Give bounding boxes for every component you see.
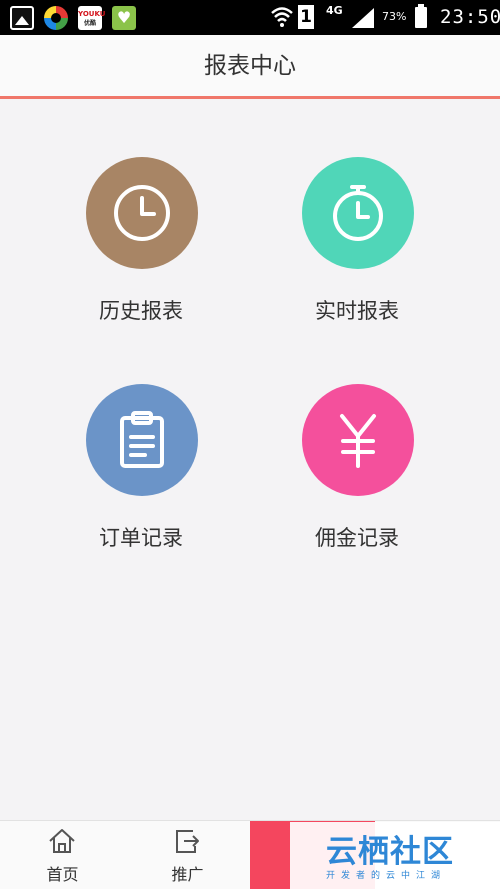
nav-home-label: 首页 — [46, 865, 79, 884]
battery-icon — [415, 4, 427, 28]
youku-app-icon: YOUKU 优酷 — [78, 6, 106, 30]
nav-promote-label: 推广 — [171, 865, 204, 884]
share-icon — [176, 830, 199, 853]
header: 报表中心 — [0, 35, 500, 99]
realtime-report-button[interactable]: 实时报表 — [257, 157, 457, 357]
order-records-circle — [86, 384, 198, 496]
realtime-report-circle — [302, 157, 414, 269]
browser-app-icon — [44, 6, 68, 30]
realtime-report-label: 实时报表 — [315, 299, 399, 323]
youku-label: YOUKU — [78, 10, 106, 18]
nav-promote[interactable]: 推广 — [125, 821, 250, 889]
commission-records-label: 佣金记录 — [315, 526, 399, 550]
status-bar: YOUKU 优酷 ♥ 1 4G 73% 23:50 — [0, 0, 500, 35]
battery-percent: 73% — [382, 10, 407, 23]
watermark-title: 云栖社区 — [326, 834, 454, 870]
page-title: 报表中心 — [204, 53, 296, 79]
yen-icon — [340, 414, 376, 468]
stopwatch-icon — [333, 185, 383, 241]
history-report-circle — [86, 157, 198, 269]
wifi-icon — [271, 7, 293, 27]
commission-records-button[interactable]: 佣金记录 — [257, 384, 457, 584]
youku-sub-label: 优酷 — [83, 20, 96, 27]
sim-slot-indicator: 1 — [298, 5, 314, 29]
watermark-subtitle: 开发者的云中江湖 — [326, 871, 447, 881]
commission-records-circle — [302, 384, 414, 496]
clock-icon — [114, 185, 170, 241]
history-report-label: 历史报表 — [99, 299, 183, 323]
clipboard-icon — [120, 411, 164, 468]
order-records-label: 订单记录 — [99, 526, 183, 550]
health-app-icon: ♥ — [112, 6, 136, 30]
network-type: 4G — [326, 4, 343, 17]
signal-icon — [352, 8, 374, 28]
history-report-button[interactable]: 历史报表 — [41, 157, 241, 357]
home-icon — [49, 829, 75, 853]
watermark: 云栖社区 开发者的云中江湖 — [290, 822, 500, 889]
clock-time: 23:50 — [440, 6, 500, 28]
gallery-app-icon — [10, 6, 34, 30]
nav-home[interactable]: 首页 — [0, 821, 125, 889]
order-records-button[interactable]: 订单记录 — [41, 384, 241, 584]
